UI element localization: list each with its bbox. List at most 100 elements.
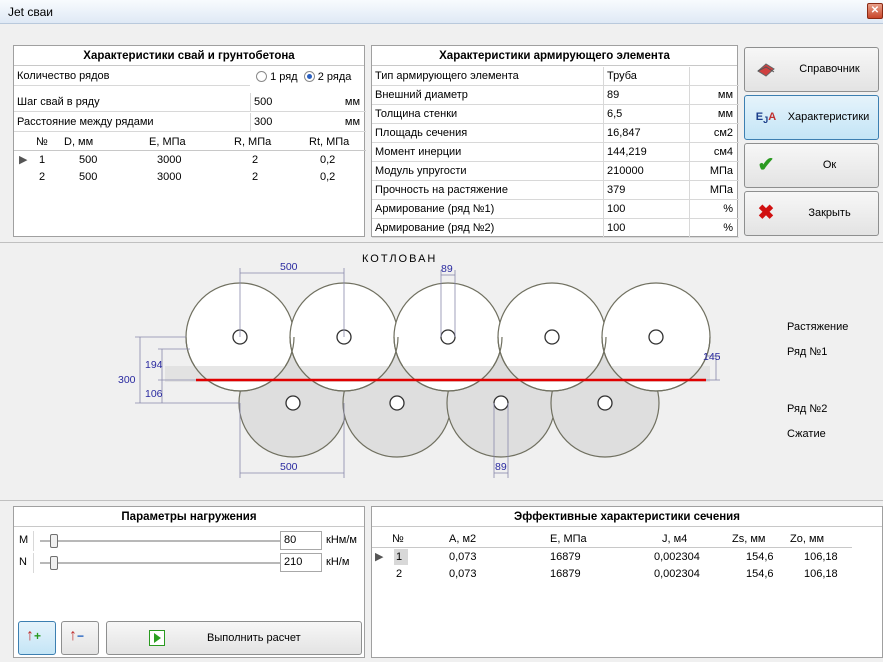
book-icon	[755, 58, 777, 80]
load-minus-icon: ↑−	[69, 627, 85, 644]
table-row[interactable]: 2 500 3000 2 0,2	[14, 169, 366, 185]
row-distance-input[interactable]: 300	[250, 113, 330, 132]
row-cell: 154,6	[746, 551, 774, 563]
tension-label: Растяжение	[787, 321, 848, 333]
col-zo: Zo, мм	[790, 533, 825, 545]
m-label: M	[14, 531, 34, 551]
reinforcement-row-value[interactable]: 144,219	[604, 143, 690, 162]
table-row[interactable]: ▶ 1 500 3000 2 0,2	[14, 152, 366, 168]
window-close-button[interactable]: ✕	[867, 3, 883, 19]
pit-label: КОТЛОВАН	[362, 253, 437, 265]
row-cell: 1	[394, 549, 408, 565]
row-cell: 154,6	[746, 568, 774, 580]
reinforcement-row-value[interactable]: 379	[604, 181, 690, 200]
close-button[interactable]: ✖ Закрыть	[744, 191, 879, 236]
reinforcement-row-value[interactable]: 16,847	[604, 124, 690, 143]
col-r: R, МПа	[234, 136, 272, 148]
effective-title: Эффективные характеристики сечения	[372, 507, 882, 527]
row-cell: 2	[396, 568, 403, 580]
n-input[interactable]: 210	[280, 553, 322, 572]
add-load-button[interactable]: ↑+	[18, 621, 56, 655]
reference-button[interactable]: Справочник	[744, 47, 879, 92]
reinforcement-row-unit: см4	[690, 143, 739, 162]
reference-button-label: Справочник	[799, 63, 860, 75]
reinforcement-row-value[interactable]: 210000	[604, 162, 690, 181]
reinforcement-row-label: Площадь сечения	[372, 124, 604, 143]
reinforcement-row-value[interactable]: Труба	[604, 67, 690, 86]
m-input[interactable]: 80	[280, 531, 322, 550]
col-zs: Zs, мм	[732, 533, 766, 545]
reinforcement-row-unit: мм	[690, 86, 739, 105]
reinforcement-row-label: Модуль упругости	[372, 162, 604, 181]
reinforcement-row-unit: %	[690, 200, 739, 219]
row-cell: 106,18	[804, 551, 838, 563]
dim-106: 106	[145, 388, 163, 400]
rows-count-label: Количество рядов	[14, 67, 250, 86]
row1-label: Ряд №1	[787, 346, 827, 358]
row-selector-icon: ▶	[19, 154, 28, 166]
m-unit: кНм/м	[326, 534, 357, 546]
spacing-input[interactable]: 500	[250, 93, 330, 112]
remove-load-button[interactable]: ↑−	[61, 621, 99, 655]
row-cell: 2	[252, 154, 259, 166]
loading-panel: Параметры нагружения M 80 кНм/м N 210 кН…	[13, 506, 365, 658]
m-slider-track[interactable]	[40, 540, 282, 542]
radio-1-row[interactable]	[256, 71, 267, 82]
col-no: №	[36, 136, 48, 148]
reinforcement-row-unit	[690, 67, 739, 86]
col-e: E, МПа	[550, 533, 587, 545]
spacing-label: Шаг свай в ряду	[14, 93, 250, 112]
row-cell: 2	[252, 171, 259, 183]
reinforcement-row-unit: МПа	[690, 181, 739, 200]
loading-title: Параметры нагружения	[14, 507, 364, 527]
reinforcement-row-label: Толщина стенки	[372, 105, 604, 124]
radio-2-rows-label[interactable]: 2 ряда	[318, 71, 352, 83]
reinforcement-row-unit: мм	[690, 105, 739, 124]
window-title: Jet сваи	[8, 5, 53, 19]
n-slider-track[interactable]	[40, 562, 282, 564]
col-no: №	[392, 533, 404, 545]
ej-icon: EJA	[755, 111, 777, 126]
reinforcement-row-value[interactable]: 6,5	[604, 105, 690, 124]
characteristics-button[interactable]: EJA Характеристики	[744, 95, 879, 140]
row-cell: 0,002304	[654, 568, 700, 580]
row-cell: 3000	[157, 171, 182, 183]
reinforcement-row-label: Армирование (ряд №2)	[372, 219, 604, 238]
col-rt: Rt, МПа	[309, 136, 350, 148]
m-slider-thumb[interactable]	[50, 534, 58, 548]
reinforcement-row-label: Тип армирующего элемента	[372, 67, 604, 86]
reinforcement-title: Характеристики армирующего элемента	[372, 46, 737, 66]
cross-section-drawing: КОТЛОВАН 500 89 500 89 300 194 106 145 Р…	[118, 253, 848, 478]
play-icon	[149, 630, 165, 646]
reinforcement-row-value[interactable]: 89	[604, 86, 690, 105]
row-distance-label: Расстояние между рядами	[14, 113, 250, 132]
reinforcement-row-unit: см2	[690, 124, 739, 143]
reinforcement-row-value[interactable]: 100	[604, 219, 690, 238]
close-x-icon: ✖	[757, 202, 775, 224]
row-cell: 500	[79, 154, 98, 166]
table-row[interactable]: ▶ 1 0,073 16879 0,002304 154,6 106,18	[372, 549, 852, 565]
divider	[0, 500, 883, 501]
effective-panel: Эффективные характеристики сечения № A, …	[371, 506, 883, 658]
dim-194: 194	[145, 359, 163, 371]
dim-top-500: 500	[280, 261, 298, 273]
n-unit: кН/м	[326, 556, 350, 568]
spacing-unit: мм	[330, 93, 366, 112]
checkmark-icon: ✔	[757, 154, 775, 176]
dim-300: 300	[118, 374, 136, 386]
rows-radio-group: 1 ряд 2 ряда	[256, 71, 351, 83]
radio-2-rows[interactable]	[303, 71, 315, 82]
reinforcement-row-unit: МПа	[690, 162, 739, 181]
col-d: D, мм	[64, 136, 94, 148]
reinforcement-row-value[interactable]: 100	[604, 200, 690, 219]
table-row[interactable]: 2 0,073 16879 0,002304 154,6 106,18	[372, 566, 852, 582]
ok-button[interactable]: ✔ Ок	[744, 143, 879, 188]
row-cell: 1	[39, 154, 46, 166]
piles-table-header: № D, мм E, МПа R, МПа Rt, МПа	[14, 134, 366, 151]
characteristics-button-label: Характеристики	[787, 111, 870, 123]
radio-1-row-label[interactable]: 1 ряд	[270, 71, 298, 83]
n-label: N	[14, 553, 34, 573]
run-calculation-button[interactable]: Выполнить расчет	[106, 621, 362, 655]
row2-label: Ряд №2	[787, 403, 827, 415]
n-slider-thumb[interactable]	[50, 556, 58, 570]
